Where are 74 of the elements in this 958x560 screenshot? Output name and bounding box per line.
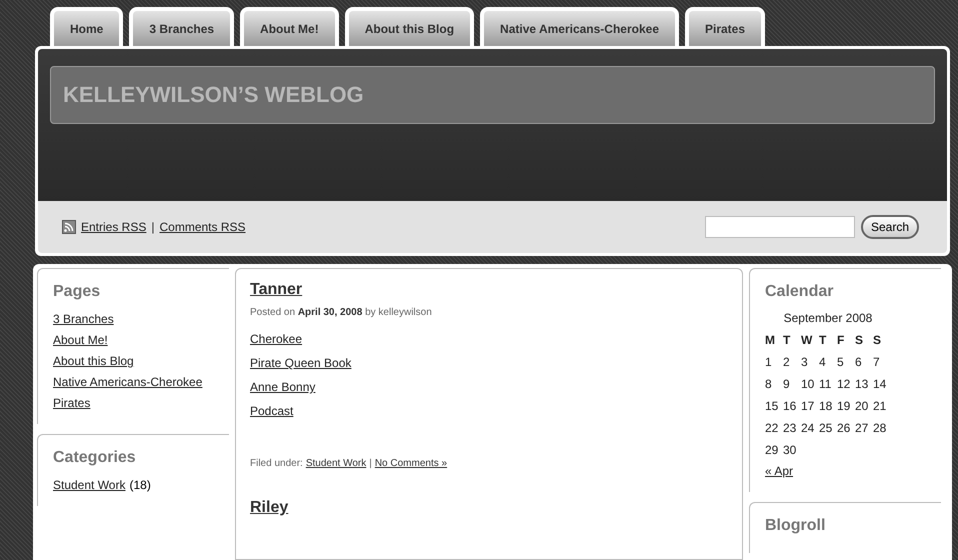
comments-link[interactable]: No Comments » bbox=[374, 458, 448, 469]
calendar-day: 10 bbox=[801, 377, 819, 391]
calendar-day: 19 bbox=[837, 399, 855, 413]
nav-tab[interactable]: Native Americans-Cherokee bbox=[480, 7, 679, 46]
widget-title: Calendar bbox=[765, 283, 834, 301]
calendar-day: 7 bbox=[873, 355, 891, 369]
calendar-day: 6 bbox=[855, 355, 873, 369]
calendar-day: 2 bbox=[783, 355, 801, 369]
calendar-day: 27 bbox=[855, 421, 873, 435]
calendar-day: 17 bbox=[801, 399, 819, 413]
nav-tab[interactable]: Home bbox=[50, 7, 124, 46]
rss-link[interactable]: Entries RSS bbox=[81, 220, 146, 234]
prev-month-link[interactable]: « Apr bbox=[765, 464, 926, 478]
nav-tab[interactable]: About Me! bbox=[240, 7, 339, 46]
weekday-label: M bbox=[765, 333, 776, 347]
page-link[interactable]: About Me! bbox=[53, 333, 214, 347]
widget-title: Categories bbox=[53, 449, 137, 467]
separator: | bbox=[151, 220, 154, 234]
calendar-day: 26 bbox=[837, 421, 855, 435]
calendar-day: 4 bbox=[819, 355, 837, 369]
widget-title: Pages bbox=[53, 283, 102, 301]
weekday-label: W bbox=[801, 333, 814, 347]
filed-label: Filed under: bbox=[250, 458, 303, 469]
calendar-day: 21 bbox=[873, 399, 891, 413]
calendar-day: 29 bbox=[765, 443, 783, 457]
calendar-day: 23 bbox=[783, 421, 801, 435]
post-title[interactable]: Tanner bbox=[250, 281, 728, 299]
weekday-label: S bbox=[873, 333, 882, 347]
separator: | bbox=[369, 458, 372, 469]
calendar-day: 14 bbox=[873, 377, 891, 391]
page-link[interactable]: Pirates bbox=[53, 396, 214, 410]
calendar-day: 22 bbox=[765, 421, 783, 435]
calendar-day: 20 bbox=[855, 399, 873, 413]
calendar-day: 18 bbox=[819, 399, 837, 413]
calendar-day: 25 bbox=[819, 421, 837, 435]
calendar-day: 11 bbox=[819, 377, 837, 391]
post-link[interactable]: Pirate Queen Book bbox=[250, 356, 728, 370]
post-link[interactable]: Podcast bbox=[250, 404, 728, 418]
weekday-label: T bbox=[819, 333, 828, 347]
rss-link[interactable]: Comments RSS bbox=[159, 220, 246, 234]
weekday-label: F bbox=[837, 333, 846, 347]
rss-icon bbox=[62, 220, 76, 234]
calendar-day: 16 bbox=[783, 399, 801, 413]
post-title[interactable]: Riley bbox=[250, 499, 728, 517]
post-link[interactable]: Anne Bonny bbox=[250, 380, 728, 394]
calendar-day: 3 bbox=[801, 355, 819, 369]
nav-tab[interactable]: About this Blog bbox=[344, 7, 474, 46]
post-count: (18) bbox=[129, 478, 151, 492]
post-meta: Posted on April 30, 2008 by kelleywilson bbox=[250, 307, 433, 318]
post-link[interactable]: Cherokee bbox=[250, 332, 728, 346]
calendar-day: 5 bbox=[837, 355, 855, 369]
calendar-day: 13 bbox=[855, 377, 873, 391]
calendar-day: 30 bbox=[783, 443, 801, 457]
weekday-label: T bbox=[783, 333, 792, 347]
calendar-day: 12 bbox=[837, 377, 855, 391]
calendar-caption: September 2008 bbox=[782, 311, 874, 325]
search-button[interactable]: Search bbox=[860, 215, 919, 239]
page-link[interactable]: About this Blog bbox=[53, 354, 214, 368]
page-link[interactable]: Native Americans-Cherokee bbox=[53, 375, 214, 389]
nav-tab[interactable]: Pirates bbox=[685, 7, 766, 46]
calendar-day: 8 bbox=[765, 377, 783, 391]
calendar-day: 15 bbox=[765, 399, 783, 413]
page-link[interactable]: 3 Branches bbox=[53, 312, 214, 326]
widget-title: Blogroll bbox=[765, 517, 826, 535]
calendar-day: 24 bbox=[801, 421, 819, 435]
calendar-day: 9 bbox=[783, 377, 801, 391]
nav-tab[interactable]: 3 Branches bbox=[129, 7, 234, 46]
category-link[interactable]: Student Work bbox=[306, 458, 366, 469]
category-link[interactable]: Student Work bbox=[53, 478, 126, 492]
blog-title: KELLEYWILSON’S WEBLOG bbox=[50, 66, 935, 124]
weekday-label: S bbox=[855, 333, 864, 347]
calendar-day: 1 bbox=[765, 355, 783, 369]
search-field[interactable] bbox=[704, 216, 855, 238]
calendar-day: 28 bbox=[873, 421, 891, 435]
